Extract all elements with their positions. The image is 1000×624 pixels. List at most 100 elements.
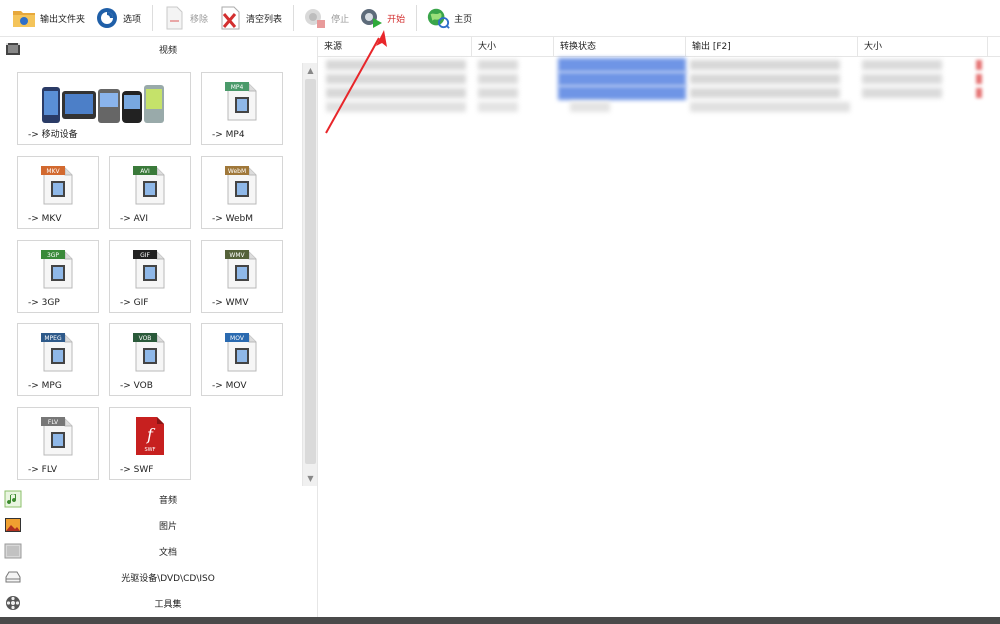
table-row[interactable] (318, 86, 1000, 100)
row-remove-marker (976, 60, 982, 70)
svg-text:3GP: 3GP (47, 252, 59, 259)
format-tile-mov[interactable]: MOV -> MOV (201, 323, 283, 396)
category-optical-drive[interactable]: 光驱设备\DVD\CD\ISO (0, 564, 318, 590)
output-folder-label: 输出文件夹 (40, 14, 86, 25)
category-video-label: 视频 (158, 45, 177, 56)
format-tile-vob[interactable]: VOB -> VOB (109, 323, 191, 396)
column-output[interactable]: 输出 [F2] (686, 37, 858, 57)
mp4-file-icon: MP4 (224, 81, 260, 124)
category-document[interactable]: 文档 (0, 538, 318, 564)
category-audio-label: 音频 (158, 495, 177, 506)
column-source[interactable]: 来源 (318, 37, 472, 57)
format-tile-gif[interactable]: GIF -> GIF (109, 240, 191, 313)
format-tile-3gp[interactable]: 3GP -> 3GP (17, 240, 99, 313)
category-audio[interactable]: 音频 (0, 486, 318, 512)
vob-file-icon: VOB (132, 332, 168, 375)
svg-text:WMV: WMV (229, 252, 245, 259)
file-list-panel: 来源 大小 转换状态 输出 [F2] 大小 (318, 37, 1000, 617)
column-size[interactable]: 大小 (472, 37, 554, 57)
webm-file-icon: WebM (224, 165, 260, 208)
home-label: 主页 (454, 14, 473, 25)
options-button[interactable]: 选项 (91, 4, 145, 32)
status-cell (558, 58, 686, 72)
svg-text:WebM: WebM (228, 168, 246, 175)
start-button[interactable]: 开始 (355, 4, 409, 32)
svg-text:FLV: FLV (48, 419, 59, 426)
document-icon (4, 542, 22, 560)
category-document-label: 文档 (158, 547, 177, 558)
format-tile-label: -> WMV (212, 298, 249, 308)
column-status[interactable]: 转换状态 (554, 37, 686, 57)
status-cell (558, 72, 686, 86)
svg-text:SWF: SWF (145, 447, 156, 453)
sidebar-scrollbar[interactable]: ▲ ▼ (302, 63, 317, 486)
svg-text:AVI: AVI (140, 168, 150, 175)
remove-label: 移除 (190, 14, 209, 25)
format-tile-label: -> VOB (120, 381, 153, 391)
swf-file-icon: f SWF (133, 416, 167, 459)
format-tile-webm[interactable]: WebM -> WebM (201, 156, 283, 229)
options-gear-icon (95, 6, 119, 30)
music-note-icon (4, 490, 22, 508)
home-globe-icon (426, 6, 450, 30)
format-tile-wmv[interactable]: WMV -> WMV (201, 240, 283, 313)
wmv-file-icon: WMV (224, 249, 260, 292)
format-tile-mkv[interactable]: MKV -> MKV (17, 156, 99, 229)
toolbar-divider (293, 5, 295, 31)
remove-button[interactable]: 移除 (158, 4, 212, 32)
format-tile-label: -> MPG (28, 381, 62, 391)
category-optical-drive-label: 光驱设备\DVD\CD\ISO (121, 573, 215, 584)
format-tile-label: -> MP4 (212, 130, 245, 140)
category-video[interactable]: 视频 (0, 37, 318, 61)
avi-file-icon: AVI (132, 165, 168, 208)
start-label: 开始 (387, 14, 406, 25)
scroll-thumb[interactable] (305, 79, 316, 464)
format-tile-移动设备[interactable]: -> 移动设备 (17, 72, 191, 145)
clear-list-icon (218, 6, 242, 30)
status-cell (558, 86, 686, 100)
format-tile-flv[interactable]: FLV -> FLV (17, 407, 99, 480)
mov-file-icon: MOV (224, 332, 260, 375)
row-remove-marker (976, 74, 982, 84)
table-row[interactable] (318, 100, 1000, 114)
table-row[interactable] (318, 58, 1000, 72)
format-tile-avi[interactable]: AVI -> AVI (109, 156, 191, 229)
output-folder-button[interactable]: 输出文件夹 (8, 4, 89, 32)
folder-icon (12, 6, 36, 30)
clear-list-button[interactable]: 清空列表 (214, 4, 286, 32)
format-tile-label: -> WebM (212, 214, 254, 224)
column-output-size[interactable]: 大小 (858, 37, 988, 57)
format-tile-mpg[interactable]: MPEG -> MPG (17, 323, 99, 396)
scroll-up-arrow-icon[interactable]: ▲ (304, 64, 317, 77)
home-button[interactable]: 主页 (422, 4, 476, 32)
format-tile-label: -> SWF (120, 465, 154, 475)
toolbar-divider (416, 5, 418, 31)
scroll-down-arrow-icon[interactable]: ▼ (304, 472, 317, 485)
format-tile-mp4[interactable]: MP4 -> MP4 (201, 72, 283, 145)
format-sidebar: 视频 -> 移动设备 MP4 -> MP4 MKV -> MKV AVI -> AVI Web… (0, 37, 318, 617)
tools-reel-icon (4, 594, 22, 612)
format-tile-swf[interactable]: f SWF -> SWF (109, 407, 191, 480)
stop-label: 停止 (331, 14, 350, 25)
format-tile-label: -> MKV (28, 214, 62, 224)
row-remove-marker (976, 88, 982, 98)
svg-text:GIF: GIF (140, 252, 150, 259)
flv-file-icon: FLV (40, 416, 76, 459)
format-tile-label: -> MOV (212, 381, 247, 391)
category-picture[interactable]: 图片 (0, 512, 318, 538)
category-tools[interactable]: 工具集 (0, 590, 318, 616)
toolbar-divider (152, 5, 154, 31)
svg-text:MPEG: MPEG (44, 335, 62, 342)
options-label: 选项 (123, 14, 142, 25)
picture-icon (4, 516, 22, 534)
table-row[interactable] (318, 72, 1000, 86)
format-tile-label: -> GIF (120, 298, 149, 308)
remove-file-icon (162, 6, 186, 30)
category-picture-label: 图片 (158, 521, 177, 532)
mkv-file-icon: MKV (40, 165, 76, 208)
file-list-header: 来源 大小 转换状态 输出 [F2] 大小 (318, 37, 1000, 57)
stop-button[interactable]: 停止 (299, 4, 353, 32)
category-tools-label: 工具集 (154, 599, 182, 610)
start-play-icon (359, 6, 383, 30)
format-grid: -> 移动设备 MP4 -> MP4 MKV -> MKV AVI -> AVI WebM ->… (0, 63, 302, 486)
